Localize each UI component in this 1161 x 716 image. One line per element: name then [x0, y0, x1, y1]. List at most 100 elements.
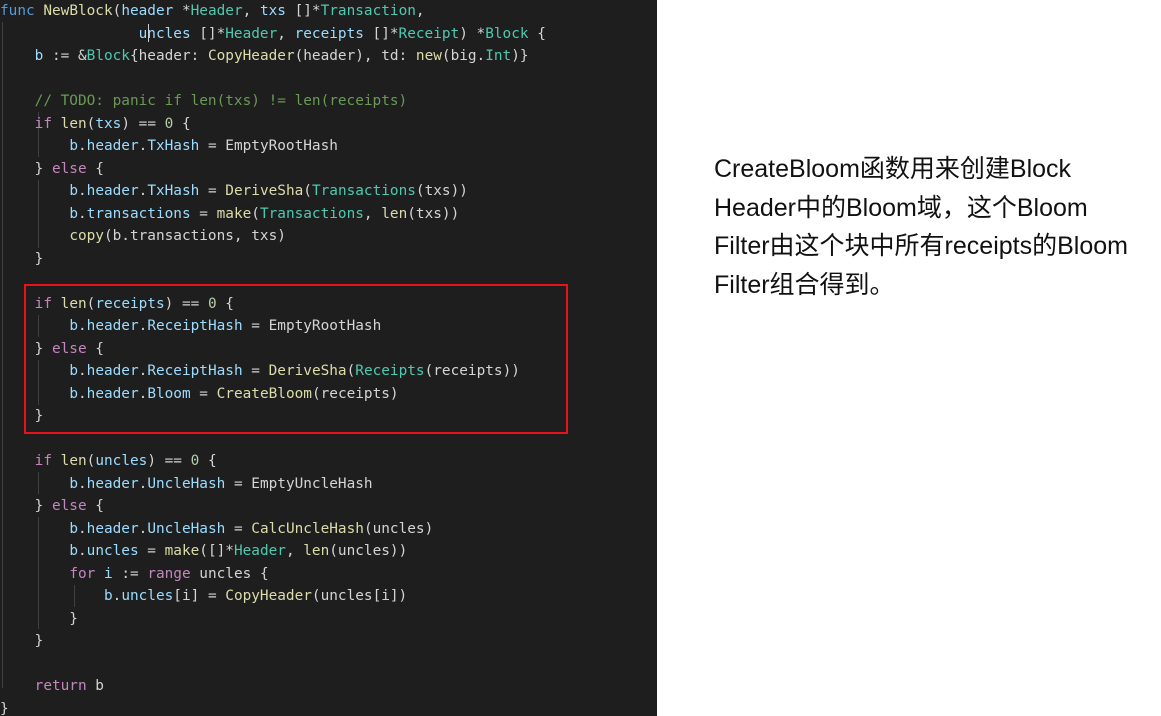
code-token: } [0, 160, 52, 177]
code-token: . [138, 138, 148, 154]
code-token: else [51, 340, 87, 357]
code-token: TxHash [147, 138, 200, 154]
code-token: len [303, 543, 330, 559]
code-token: new [415, 48, 442, 64]
code-token: CopyHeader [207, 48, 295, 64]
code-token: ( [251, 205, 260, 222]
code-line: copy(b.transactions, txs) [0, 225, 286, 248]
code-line: b := &Block{header: CopyHeader(header), … [0, 45, 529, 68]
code-token: Transactions [311, 183, 416, 199]
code-token: = [138, 543, 165, 559]
code-token: else [51, 498, 87, 514]
code-token: * [173, 3, 191, 19]
code-token: ) == [164, 295, 208, 312]
code-token: } [0, 408, 44, 424]
code-token: header [86, 363, 139, 379]
code-token: if [34, 453, 52, 469]
code-line: } [0, 698, 9, 716]
code-token: Transaction [320, 3, 416, 19]
code-token: (header), td: [294, 48, 416, 64]
annotation-line: Filter由这个块中所有receipts的Bloom [714, 232, 1128, 260]
code-token: [i] = [173, 588, 226, 604]
code-token: []* [363, 25, 399, 42]
code-token: 0 [207, 295, 217, 312]
code-token: } [0, 498, 52, 514]
code-token: , [277, 25, 295, 42]
code-token: txs [95, 115, 122, 132]
code-line: b.header.ReceiptHash = EmptyRootHash [0, 315, 381, 338]
code-token: ( [303, 183, 312, 199]
code-token: ( [346, 363, 356, 379]
code-token: 0 [190, 453, 200, 469]
code-token: = [225, 520, 252, 537]
code-line: } else { [0, 495, 104, 518]
code-token: (uncles[i]) [311, 588, 408, 604]
annotation-line: Header中的Bloom域，这个Bloom [714, 193, 1088, 222]
code-token: Int [485, 48, 512, 64]
code-token: ) * [459, 25, 486, 42]
code-token: } [0, 610, 78, 627]
code-line: b.uncles = make([]*Header, len(uncles)) [0, 540, 407, 563]
code-token: , [415, 3, 425, 19]
code-token: i [103, 565, 113, 582]
code-token: { [173, 115, 191, 132]
code-token: b [103, 588, 113, 604]
code-editor[interactable]: func NewBlock(header *Header, txs []*Tra… [0, 0, 657, 716]
code-token: { [86, 160, 104, 177]
code-token: receipts [294, 25, 364, 42]
code-line: return b [0, 675, 104, 698]
code-token: } [0, 633, 44, 649]
annotation-line: CreateBloom函数用来创建Block [714, 155, 1072, 183]
code-token: (uncles)) [329, 543, 408, 559]
code-line: b.header.UncleHash = CalcUncleHash(uncle… [0, 518, 433, 541]
code-token: b [69, 318, 78, 334]
code-token: Bloom [147, 385, 191, 402]
code-token: func [0, 3, 35, 19]
code-token: if [34, 115, 52, 132]
code-token: = EmptyUncleHash [225, 475, 373, 492]
code-line: b.uncles[i] = CopyHeader(uncles[i]) [0, 585, 407, 608]
code-token: return [34, 678, 87, 694]
code-token: make [164, 543, 200, 559]
code-token: Transactions [259, 205, 364, 222]
code-token: (big. [441, 48, 486, 64]
code-token: ) == [147, 453, 191, 469]
code-token: . [138, 363, 148, 379]
code-token: []* [190, 25, 226, 42]
code-token: if [34, 295, 52, 312]
code-token: ReceiptHash [147, 363, 243, 379]
code-token: TxHash [147, 183, 200, 199]
code-token: CreateBloom [216, 385, 312, 402]
code-token: = EmptyRootHash [242, 318, 382, 334]
code-token: len [60, 453, 87, 469]
code-token: . [77, 543, 87, 559]
code-token: } [0, 700, 9, 716]
code-token: b [69, 183, 78, 199]
code-token: b [69, 385, 78, 402]
code-line: // TODO: panic if len(txs) != len(receip… [0, 90, 408, 113]
code-token: CopyHeader [225, 588, 312, 604]
code-token: b [69, 543, 78, 559]
code-token: Receipts [355, 363, 425, 379]
code-token: { [199, 453, 217, 469]
code-token: b [69, 363, 78, 379]
code-token: } [0, 250, 44, 267]
code-token: UncleHash [147, 520, 226, 537]
code-token: header [86, 520, 139, 537]
code-token: DeriveSha [225, 183, 304, 199]
code-line: } [0, 405, 44, 428]
code-token: . [77, 475, 87, 492]
